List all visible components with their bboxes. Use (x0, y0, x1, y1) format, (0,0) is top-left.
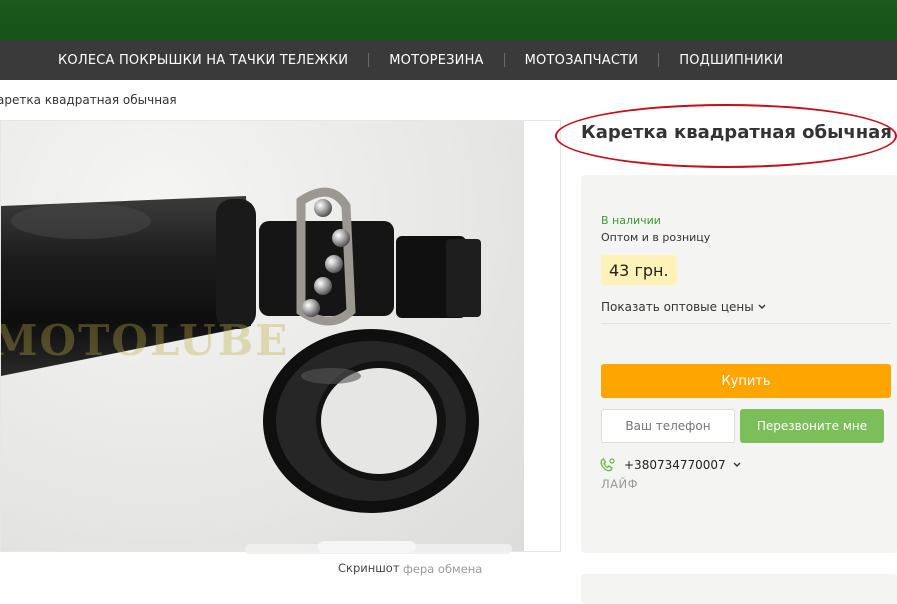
callback-button[interactable]: Перезвоните мне (740, 409, 884, 443)
contact-phone-number: +380734770007 (624, 458, 726, 472)
breadcrumb-current: аретка квадратная обычная (0, 93, 177, 107)
nav-separator (0, 53, 1, 67)
panel-divider (601, 323, 891, 324)
nav-item-wheels-tires[interactable]: КОЛЕСА ПОКРЫШКИ НА ТАЧКИ ТЕЛЕЖКИ (38, 53, 368, 68)
wholesale-link-label: Показать оптовые цены (601, 300, 754, 314)
clipboard-label[interactable]: фера обмена (403, 562, 482, 576)
phone-input[interactable] (601, 409, 735, 443)
show-wholesale-prices[interactable]: Показать оптовые цены (601, 300, 766, 314)
site-header-bar (0, 0, 897, 40)
screenshot-label[interactable]: Скриншот (338, 561, 400, 575)
photo-watermark: MOTOLUBE (1, 316, 290, 365)
nav-item-bearings[interactable]: ПОДШИПНИКИ (659, 53, 803, 68)
buy-button[interactable]: Купить (601, 364, 891, 398)
secondary-panel (581, 574, 897, 604)
chevron-down-icon (733, 462, 741, 467)
nav-item-moto-tires[interactable]: МОТОРЕЗИНА (369, 53, 503, 68)
breadcrumb: аретка квадратная обычная (0, 93, 177, 107)
purchase-panel: В наличии Оптом и в розницу 43 грн. Пока… (581, 175, 897, 553)
main-nav: КОЛЕСА ПОКРЫШКИ НА ТАЧКИ ТЕЛЕЖКИ МОТОРЕЗ… (0, 40, 897, 80)
phone-operator: ЛАЙФ (601, 477, 639, 491)
nav-item-moto-parts[interactable]: МОТОЗАПЧАСТИ (505, 53, 659, 68)
sale-type: Оптом и в розницу (601, 231, 711, 244)
price-value: 43 грн. (609, 260, 669, 280)
product-photo[interactable]: MOTOLUBE (1, 121, 524, 551)
contact-phone-dropdown[interactable]: +380734770007 (599, 457, 741, 473)
price-badge: 43 грн. (601, 255, 677, 285)
product-title: Каретка квадратная обычная (581, 122, 892, 143)
availability-status: В наличии (601, 214, 661, 227)
phone-icon (600, 458, 615, 472)
chevron-down-icon (758, 304, 766, 309)
product-gallery[interactable]: MOTOLUBE (0, 120, 561, 552)
screenshot-toolbar-tab (318, 541, 416, 553)
